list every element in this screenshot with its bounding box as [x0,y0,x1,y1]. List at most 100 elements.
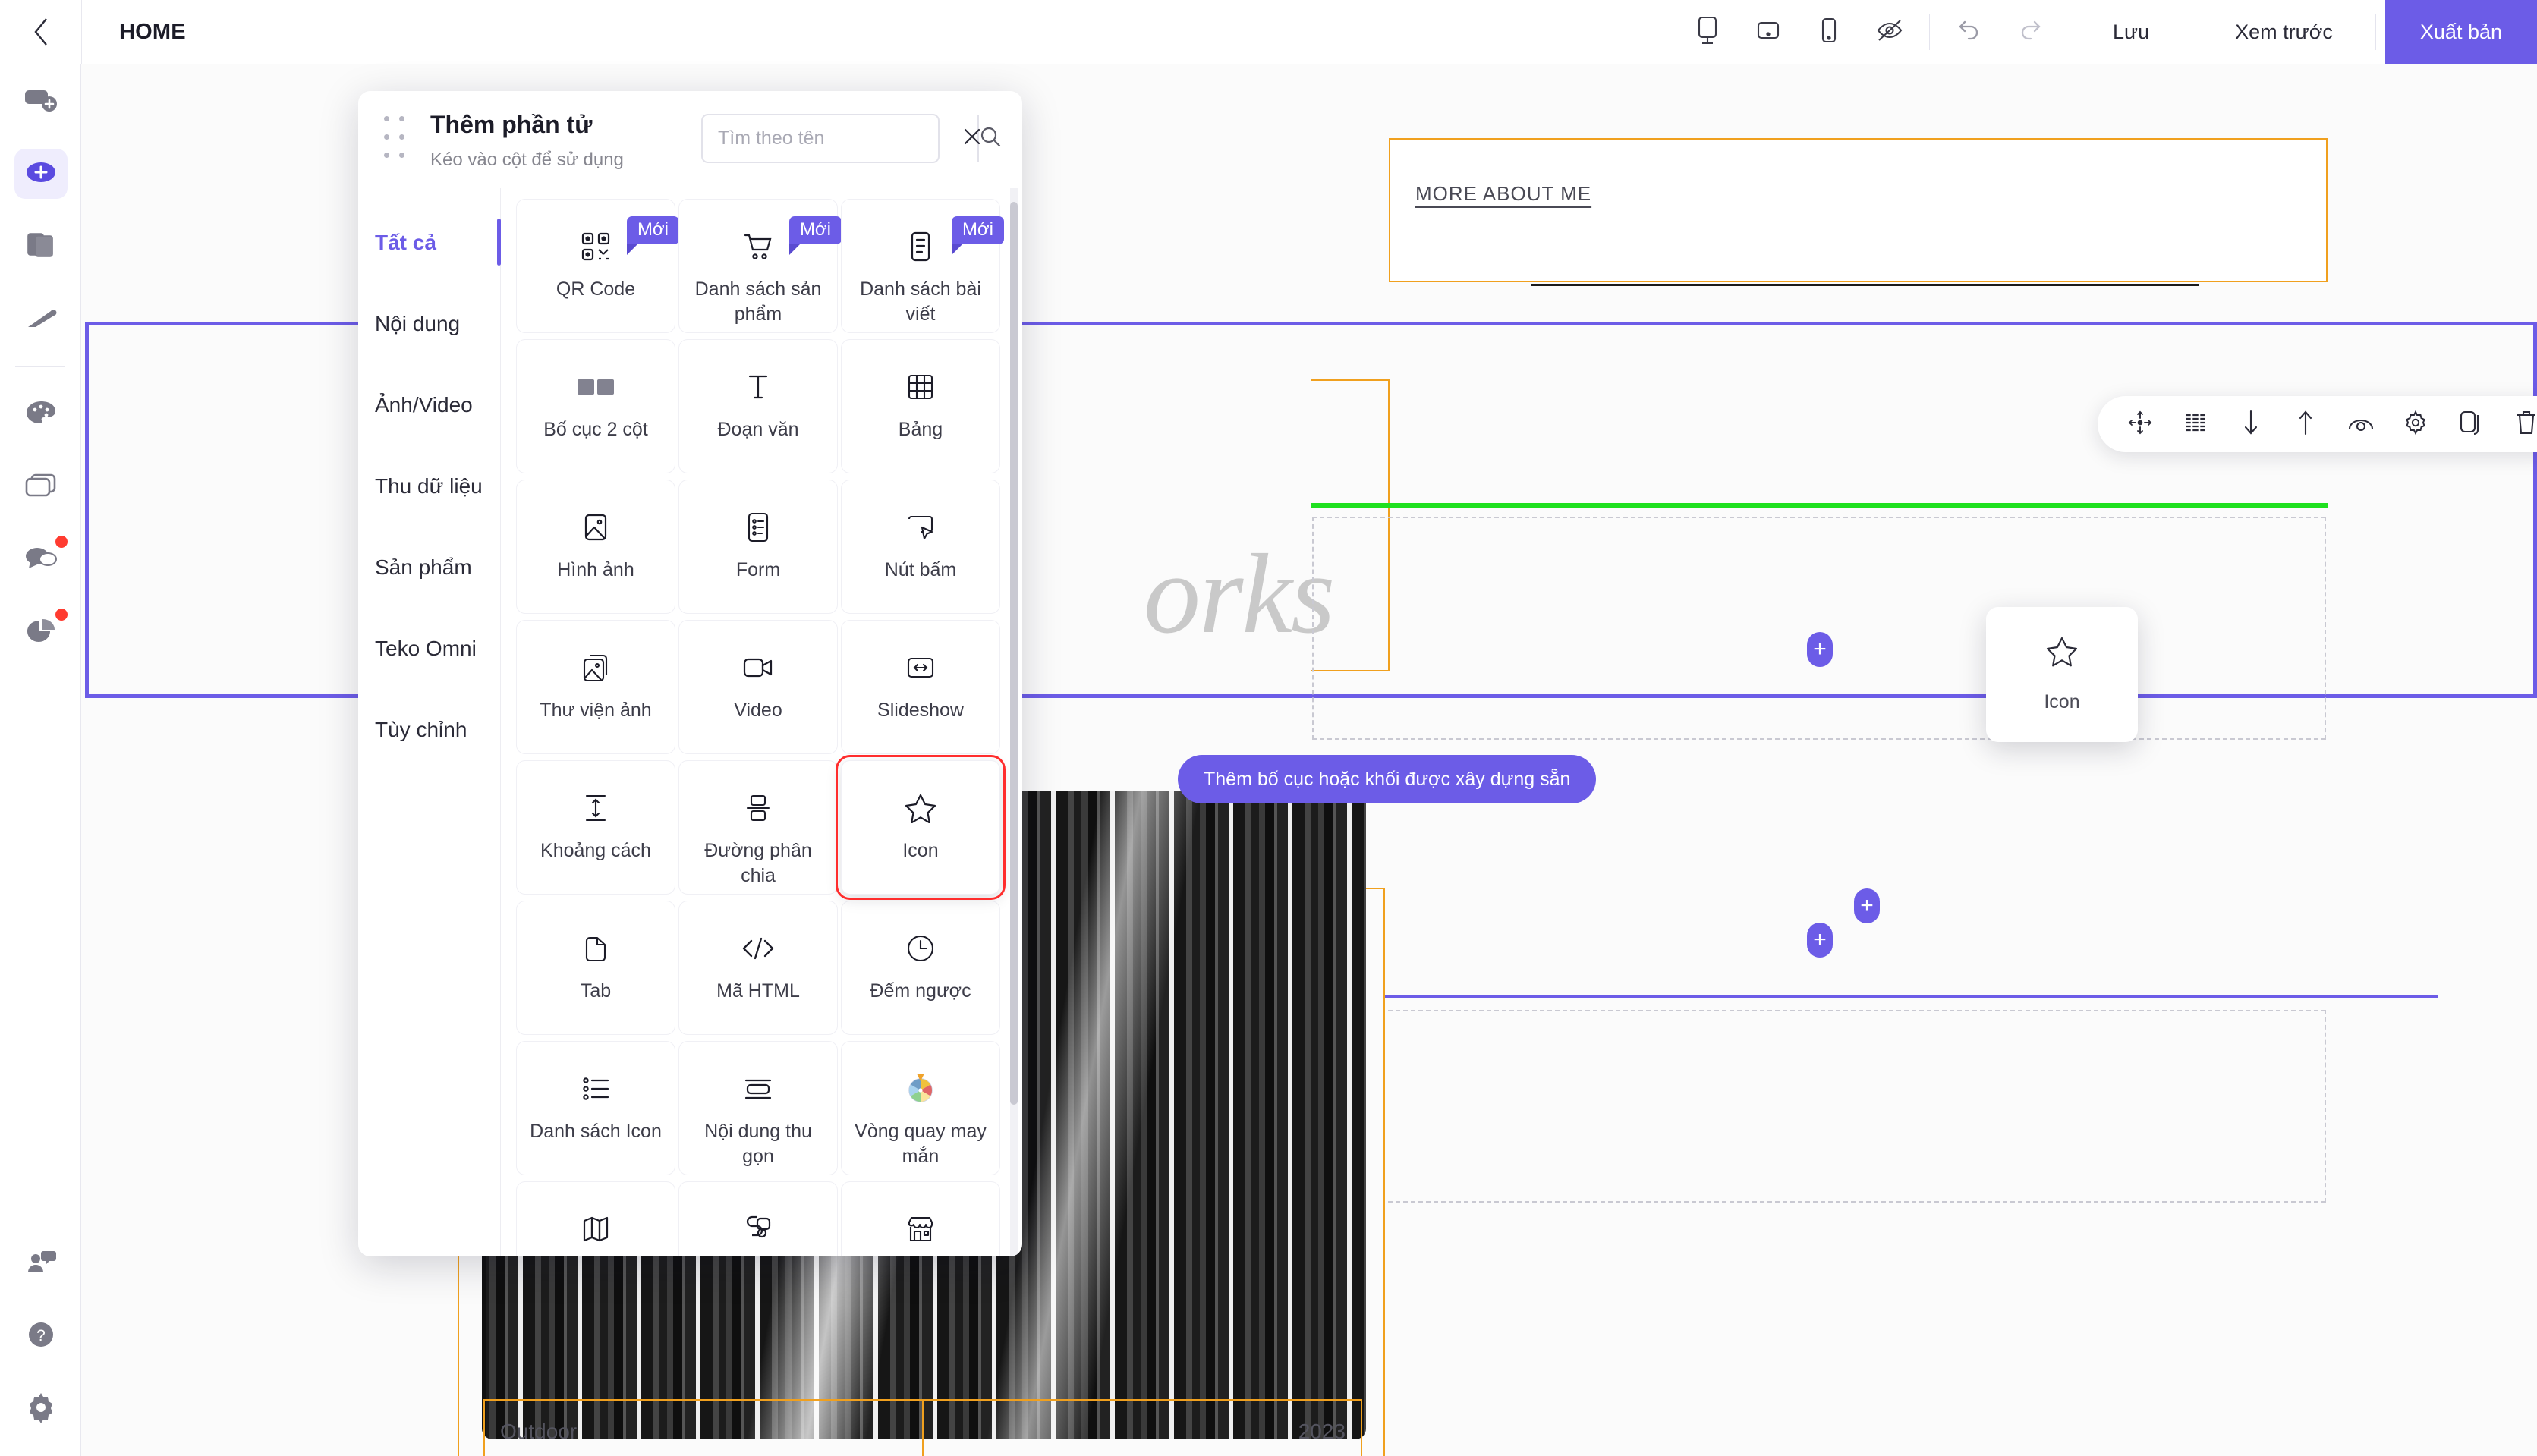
category-thu-du-lieu[interactable]: Thu dữ liệu [358,445,500,527]
category-noi-dung[interactable]: Nội dung [358,283,500,364]
delete-button[interactable] [2505,403,2537,445]
tile-danh-sach-san-pham[interactable]: Mới Danh sách sản phẩm [678,199,842,333]
add-element-icon [24,158,58,190]
move-down-button[interactable] [2230,403,2272,445]
delete-trash-icon [2514,409,2537,440]
add-element-panel[interactable]: Thêm phần tử Kéo vào cột để sử dụng Tất [358,91,1022,1256]
svg-text:?: ? [36,1327,46,1344]
tile-danh-sach-bai-viet[interactable]: Mới Danh sách bài viết [841,199,1004,333]
tile-label: Video [734,700,782,721]
sidebar-item-pages[interactable] [0,210,81,283]
publish-button[interactable]: Xuất bản [2384,0,2537,64]
drop-zone-upper[interactable] [1312,517,2326,740]
duplicate-button[interactable] [2450,403,2492,445]
tile-hinh-anh[interactable]: Hình ảnh [516,480,675,614]
popup-icon [24,473,58,502]
sidebar-item-chat[interactable] [0,524,81,596]
drag-ghost-label: Icon [2044,691,2080,712]
tile-khoang-cach[interactable]: Khoảng cách [516,760,675,895]
tile-ma-html[interactable]: Mã HTML [678,901,838,1035]
visibility-button[interactable] [2340,403,2382,445]
element-tile-grid: Mới QR Code Mới Danh sách sản phẩm Mới D… [516,199,1006,1256]
panel-search[interactable] [701,114,1001,163]
category-anh-video[interactable]: Ảnh/Video [358,364,500,445]
tile-nut-bam[interactable]: Nút bấm [841,480,1000,614]
tile-bo-cuc-2-cot[interactable]: Bố cục 2 cột [516,339,675,473]
sidebar-item-support[interactable] [0,1227,81,1300]
tile-dem-nguoc[interactable]: Đếm ngược [841,901,1000,1035]
back-button[interactable] [0,0,81,64]
sidebar-item-help[interactable]: ? [0,1300,81,1373]
search-input[interactable] [703,115,977,162]
tile-label: Vòng quay may mắn [855,1121,987,1167]
move-up-button[interactable] [2284,403,2327,445]
tile-qr-code[interactable]: Mới QR Code [516,199,679,333]
rail-divider [15,366,65,367]
tile-tab[interactable]: Tab [516,901,675,1035]
sidebar-item-settings[interactable] [0,1373,81,1445]
tile-bang[interactable]: Bảng [841,339,1000,473]
mobile-view-button[interactable] [1799,0,1859,64]
desktop-view-button[interactable] [1677,0,1738,64]
tile-doan-van[interactable]: Đoạn văn [678,339,838,473]
tile-video[interactable]: Video [678,620,838,754]
tile-ban-do[interactable]: Bản đồ [516,1181,675,1256]
sidebar-item-analytics[interactable] [0,596,81,669]
category-tat-ca[interactable]: Tất cả [358,202,501,283]
columns-button[interactable] [2174,403,2217,445]
move-down-icon [2240,409,2262,440]
toolbar-divider [2375,14,2376,50]
sidebar-item-add-element[interactable] [0,137,81,210]
category-teko-omni[interactable]: Teko Omni [358,608,500,689]
add-block-plus-bottom[interactable]: + [1807,923,1833,958]
builder-app: HOME Lưu Xem trước Xuất bản ? MORE ABOUT… [0,0,2537,1456]
lucky-wheel-icon [905,1069,936,1109]
drop-indicator-bar [1311,503,2328,508]
more-about-me-link[interactable]: MORE ABOUT ME [1415,182,1591,206]
tile-slideshow[interactable]: Slideshow [841,620,1000,754]
tile-label: Thư viện ảnh [540,700,652,721]
category-san-pham[interactable]: Sản phẩm [358,527,500,608]
preview-button[interactable]: Xem trước [2202,0,2366,64]
top-toolbar: HOME Lưu Xem trước Xuất bản [0,0,2537,64]
script-heading-text: orks [1144,531,1335,657]
new-badge: Mới [626,216,679,255]
move-button[interactable] [2119,403,2161,445]
caption-table[interactable]: Outdoor 2023 [483,1399,1362,1456]
add-block-plus-top[interactable]: + [1807,632,1833,667]
drop-zone-lower[interactable] [1312,1010,2326,1203]
move-icon [2127,410,2153,439]
tile-label: Đoạn văn [717,419,799,440]
video-camera-icon [742,648,774,687]
photo-gallery-icon [581,648,611,687]
tile-form[interactable]: Form [678,480,838,614]
tile-icon[interactable]: Icon [836,755,1006,900]
tile-vong-quay-may-man[interactable]: Vòng quay may mắn [841,1041,1000,1175]
tile-danh-sach-icon[interactable]: Danh sách Icon [516,1041,675,1175]
html-code-icon [741,929,775,968]
sidebar-item-sections[interactable] [0,64,81,137]
caption-cell-year: 2023 [922,1401,1361,1456]
sidebar-item-popup[interactable] [0,451,81,524]
tablet-view-button[interactable] [1738,0,1799,64]
panel-scrollbar-thumb[interactable] [1010,202,1018,1105]
tile-thu-vien-anh[interactable]: Thư viện ảnh [516,620,675,754]
undo-button[interactable] [1939,0,2000,64]
panel-subtitle: Kéo vào cột để sử dụng [430,149,624,170]
save-button[interactable]: Lưu [2079,0,2183,64]
tile-label: Danh sách bài viết [860,278,981,325]
sidebar-item-design[interactable] [0,283,81,356]
category-tuy-chinh[interactable]: Tùy chỉnh [358,689,500,770]
tile-icon-mang-xa-hoi[interactable]: Icon mạng xã hội [678,1181,838,1256]
hide-preview-button[interactable] [1859,0,1920,64]
sidebar-item-theme[interactable] [0,378,81,451]
tile-danh-sach-cua-hang[interactable]: Danh sách cửa hàng [841,1181,1000,1256]
settings-button[interactable] [2394,403,2437,445]
about-section-block[interactable]: MORE ABOUT ME [1389,138,2328,286]
redo-button[interactable] [2000,0,2060,64]
add-block-button-upper[interactable]: + [1854,888,1880,923]
tile-duong-phan-chia[interactable]: Đường phân chia [678,760,838,895]
drag-handle-icon[interactable] [384,114,407,161]
tile-noi-dung-thu-gon[interactable]: Nội dung thu gọn [678,1041,838,1175]
close-panel-button[interactable] [954,120,990,156]
